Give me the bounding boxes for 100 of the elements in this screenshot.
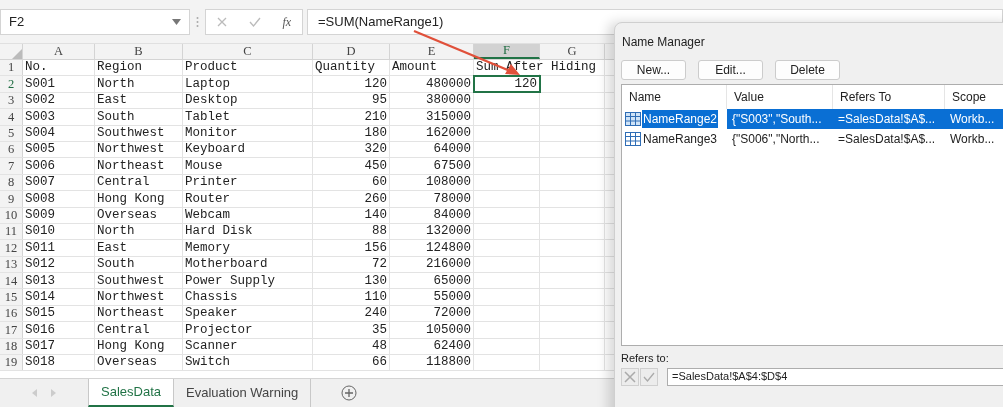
table-cell: Hong Kong [97,192,165,206]
table-cell: Memory [185,241,230,255]
column-header[interactable]: D [313,44,390,59]
table-cell: Monitor [185,127,238,140]
name-row[interactable]: NameRange2 {"S003","South... =SalesData!$A$... Workb... [622,109,1003,129]
row-header[interactable]: 7 [0,158,23,174]
list-cell: {"S003","South... [727,109,833,129]
sheet-tab[interactable]: Evaluation Warning [174,379,312,407]
table-cell: 105000 [426,323,471,337]
confirm-button[interactable] [640,367,658,386]
table-cell: 55000 [433,290,471,304]
table-cell: South [97,258,135,271]
row-header[interactable]: 1 [0,60,23,76]
row-header[interactable]: 2 [0,76,23,92]
list-cell: Workb... [945,109,1003,129]
column-header[interactable]: B [95,44,183,59]
table-cell: S014 [25,290,55,304]
table-cell: S017 [25,340,55,353]
table-cell: Overseas [97,356,157,369]
dialog-button[interactable]: New... [621,60,686,80]
list-cell: =SalesData!$A$... [833,109,945,129]
table-cell: S012 [25,258,55,271]
sheet-tab[interactable]: SalesData [88,379,174,407]
table-cell: 95 [372,94,387,107]
row-header[interactable]: 9 [0,191,23,207]
table-cell: 67500 [433,159,471,173]
table-cell: 480000 [426,77,471,91]
next-sheet-icon[interactable] [51,389,56,397]
table-cell: Southwest [97,274,165,287]
table-cell: S008 [25,192,55,206]
table-cell: S004 [25,127,55,140]
refers-to-field[interactable]: =SalesData!$A$4:$D$4 [667,367,1003,386]
table-cell: 118800 [426,356,471,369]
table-cell: 210 [364,110,387,124]
table-cell: Power Supply [185,274,275,287]
table-cell: 88 [372,225,387,238]
table-cell: 60 [372,176,387,189]
function-button[interactable]: fx [282,12,292,31]
row-header[interactable]: 19 [0,355,23,371]
column-header[interactable]: Name [622,85,727,109]
table-cell: S010 [25,225,55,238]
table-cell: Hard Disk [185,225,253,238]
row-header[interactable]: 4 [0,109,23,125]
column-header[interactable]: A [23,44,95,59]
table-cell: Amount [392,61,437,74]
name-row[interactable]: NameRange3 {"S006","North... =SalesData!$A$... Workb... [622,129,1003,149]
table-cell: Router [185,192,230,206]
column-header[interactable]: C [183,44,313,59]
row-header[interactable]: 15 [0,289,23,305]
list-cell-text: Workb... [949,131,996,148]
column-header[interactable]: F [474,44,540,59]
table-cell: 156 [364,241,387,255]
table-cell: 66 [372,356,387,369]
table-cell: North [97,225,135,238]
table-cell: 64000 [433,143,471,156]
row-header[interactable]: 14 [0,273,23,289]
column-header[interactable]: Scope [945,85,1003,109]
table-cell: S015 [25,307,55,320]
dialog-button[interactable]: Edit... [698,60,763,80]
table-cell: 162000 [426,127,471,140]
name-box[interactable]: F2 [0,8,190,35]
row-header[interactable]: 17 [0,322,23,338]
table-cell: Projector [185,323,253,337]
column-header[interactable]: G [540,44,605,59]
table-cell: Northeast [97,159,165,173]
list-cell-text: {"S006","North... [731,131,821,148]
table-cell: Keyboard [185,143,245,156]
table-cell: 120 [364,77,387,91]
drag-handle-icon [196,15,199,28]
table-cell: Central [97,176,150,189]
row-header[interactable]: 12 [0,240,23,256]
check-icon[interactable] [248,16,261,27]
previous-sheet-icon[interactable] [32,389,37,397]
table-cell: Product [185,61,238,74]
cancel-button[interactable] [621,367,639,386]
table-cell: S003 [25,110,55,124]
dropdown-icon [172,18,181,25]
table-cell: Laptop [185,77,230,91]
table-cell: 65000 [433,274,471,287]
table-cell: 72 [372,258,387,271]
table-cell: S001 [25,77,55,91]
table-cell: Hong Kong [97,340,165,353]
table-cell: 110 [364,290,387,304]
table-cell: 124800 [426,241,471,255]
table-cell: Printer [185,176,238,189]
dialog-button[interactable]: Delete [775,60,840,80]
table-cell: S007 [25,176,55,189]
cancel-icon[interactable] [216,16,227,27]
table-cell: 48 [372,340,387,353]
table-cell: North [97,77,135,91]
table-cell: Mouse [185,159,223,173]
table-cell: Tablet [185,110,230,124]
table-cell: Northeast [97,307,165,320]
table-cell: 62400 [433,340,471,353]
add-sheet-icon[interactable] [341,385,358,401]
table-cell: S005 [25,143,55,156]
table-icon [625,132,641,146]
table-cell: Webcam [185,208,230,222]
table-cell: 120 [514,77,537,91]
table-cell: 320 [364,143,387,156]
